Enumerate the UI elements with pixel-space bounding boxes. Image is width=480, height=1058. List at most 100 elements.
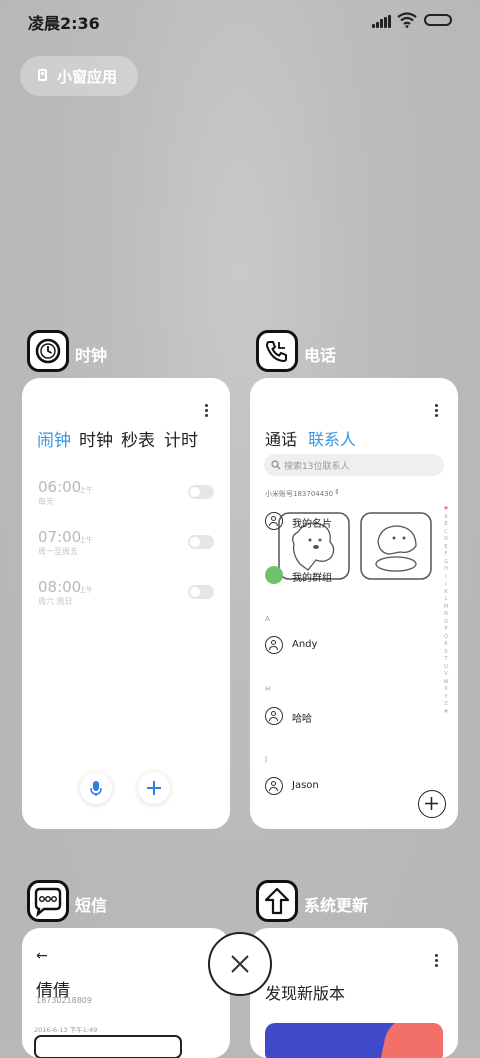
contacts-search-input[interactable]: 搜索13位联系人 <box>264 454 444 476</box>
group-avatar-icon <box>265 566 283 584</box>
contact-avatar-icon <box>265 707 283 725</box>
alarm-time: 08:00 <box>38 578 82 596</box>
tab-stopwatch[interactable]: 秒表 <box>121 426 155 451</box>
messages-app-header[interactable]: 短信 <box>27 880 187 924</box>
alarm-toggle[interactable] <box>188 485 214 499</box>
alarm-ampm: 上午 <box>79 486 93 494</box>
index-letter[interactable]: K <box>443 589 449 597</box>
phone-app-header[interactable]: 电话 <box>256 330 416 374</box>
phone-icon <box>256 330 298 372</box>
index-letter[interactable]: Q <box>443 634 449 642</box>
section-letter: H <box>265 685 271 693</box>
index-letter[interactable]: U <box>443 664 449 672</box>
phone-card[interactable]: 通话 联系人 搜索13位联系人 小米账号183704430 ⇕ 我的名片 我的群… <box>250 378 458 829</box>
clock-app-header[interactable]: 时钟 <box>27 330 187 374</box>
index-letter[interactable]: ♥ <box>443 506 449 514</box>
section-letter: J <box>265 755 268 763</box>
index-letter[interactable]: A <box>443 514 449 522</box>
add-alarm-button[interactable] <box>138 772 170 804</box>
voice-alarm-button[interactable] <box>80 772 112 804</box>
index-letter[interactable]: P <box>443 626 449 634</box>
contact-name: Andy <box>292 639 318 650</box>
wifi-icon <box>397 12 417 28</box>
update-card[interactable]: 发现新版本 <box>250 928 458 1058</box>
index-letter[interactable]: Z <box>443 701 449 709</box>
tab-alarm[interactable]: 闹钟 <box>37 426 71 451</box>
index-letter[interactable]: L <box>443 596 449 604</box>
alarm-ampm: 上午 <box>79 536 93 544</box>
alarm-repeat: 周六 周日 <box>38 597 73 606</box>
cellular-signal-icon <box>372 14 392 28</box>
index-letter[interactable]: V <box>443 671 449 679</box>
alarm-toggle[interactable] <box>188 585 214 599</box>
alarm-toggle[interactable] <box>188 535 214 549</box>
phone-app-title: 电话 <box>304 346 337 365</box>
my-group-label: 我的群组 <box>292 573 332 584</box>
microphone-icon <box>90 781 102 796</box>
status-bar: 凌晨2:36 <box>0 0 480 42</box>
update-banner-image <box>265 1023 443 1058</box>
index-letter[interactable]: T <box>443 656 449 664</box>
account-label[interactable]: 小米账号183704430 <box>265 489 333 499</box>
alarm-repeat: 每天 <box>38 497 54 506</box>
index-letter[interactable]: R <box>443 641 449 649</box>
contact-avatar-icon <box>265 512 283 530</box>
search-placeholder: 搜索13位联系人 <box>284 462 350 472</box>
contact-name: Jason <box>292 780 319 791</box>
update-heading: 发现新版本 <box>265 984 346 1003</box>
alarm-ampm: 上午 <box>79 586 93 594</box>
index-letter[interactable]: X <box>443 686 449 694</box>
tab-timer[interactable]: 计时 <box>164 426 198 451</box>
back-arrow-icon[interactable]: ← <box>36 948 48 964</box>
floating-window-icon <box>38 69 47 81</box>
alphabet-index-scrollbar[interactable]: ♥ A B C D E F G H I J K L M N O P Q R S T U V W X Y Z # <box>443 506 449 716</box>
index-letter[interactable]: # <box>443 709 449 717</box>
index-letter[interactable]: M <box>443 604 449 612</box>
index-letter[interactable]: C <box>443 529 449 537</box>
floating-apps-label: 小窗应用 <box>57 68 118 86</box>
index-letter[interactable]: I <box>443 574 449 582</box>
search-icon <box>271 460 281 470</box>
index-letter[interactable]: O <box>443 619 449 627</box>
message-timestamp: 2016-6-13 下午1:49 <box>34 1026 98 1034</box>
index-letter[interactable]: F <box>443 551 449 559</box>
messages-card[interactable]: ← 倩倩 18730218809 2016-6-13 下午1:49 <box>22 928 230 1058</box>
section-letter: A <box>265 615 270 623</box>
update-app-header[interactable]: 系统更新 <box>256 880 436 924</box>
clock-icon <box>27 330 69 372</box>
close-all-button[interactable] <box>208 932 272 996</box>
index-letter[interactable]: H <box>443 566 449 574</box>
contact-name: 哈哈 <box>292 714 312 725</box>
floating-apps-button[interactable]: 小窗应用 <box>20 56 138 96</box>
dog-bowl-doodle-image <box>360 512 432 580</box>
my-card-label: 我的名片 <box>292 519 332 530</box>
index-letter[interactable]: N <box>443 611 449 619</box>
plus-icon <box>147 781 161 795</box>
account-switch-icon[interactable]: ⇕ <box>334 488 340 496</box>
add-contact-button[interactable] <box>418 790 446 818</box>
update-arrow-icon <box>256 880 298 922</box>
tab-contacts[interactable]: 联系人 <box>308 426 356 450</box>
more-options-icon[interactable] <box>435 954 439 969</box>
status-time: 凌晨2:36 <box>28 14 100 33</box>
index-letter[interactable]: G <box>443 559 449 567</box>
more-options-icon[interactable] <box>435 404 439 419</box>
tab-clock[interactable]: 时钟 <box>79 426 113 451</box>
battery-icon <box>424 14 452 26</box>
message-bubble <box>34 1035 182 1058</box>
clock-card[interactable]: 闹钟 时钟 秒表 计时 06:00 上午 每天 07:00 上午 周一至周五 0… <box>22 378 230 829</box>
clock-app-title: 时钟 <box>75 346 108 365</box>
index-letter[interactable]: Y <box>443 694 449 702</box>
index-letter[interactable]: S <box>443 649 449 657</box>
conversation-contact-number: 18730218809 <box>36 996 92 1005</box>
more-options-icon[interactable] <box>205 404 209 419</box>
tab-calls[interactable]: 通话 <box>265 426 297 450</box>
index-letter[interactable]: E <box>443 544 449 552</box>
alarm-time: 07:00 <box>38 528 82 546</box>
close-icon <box>231 955 249 973</box>
index-letter[interactable]: D <box>443 536 449 544</box>
index-letter[interactable]: J <box>443 581 449 589</box>
alarm-repeat: 周一至周五 <box>38 547 78 556</box>
index-letter[interactable]: B <box>443 521 449 529</box>
index-letter[interactable]: W <box>443 679 449 687</box>
